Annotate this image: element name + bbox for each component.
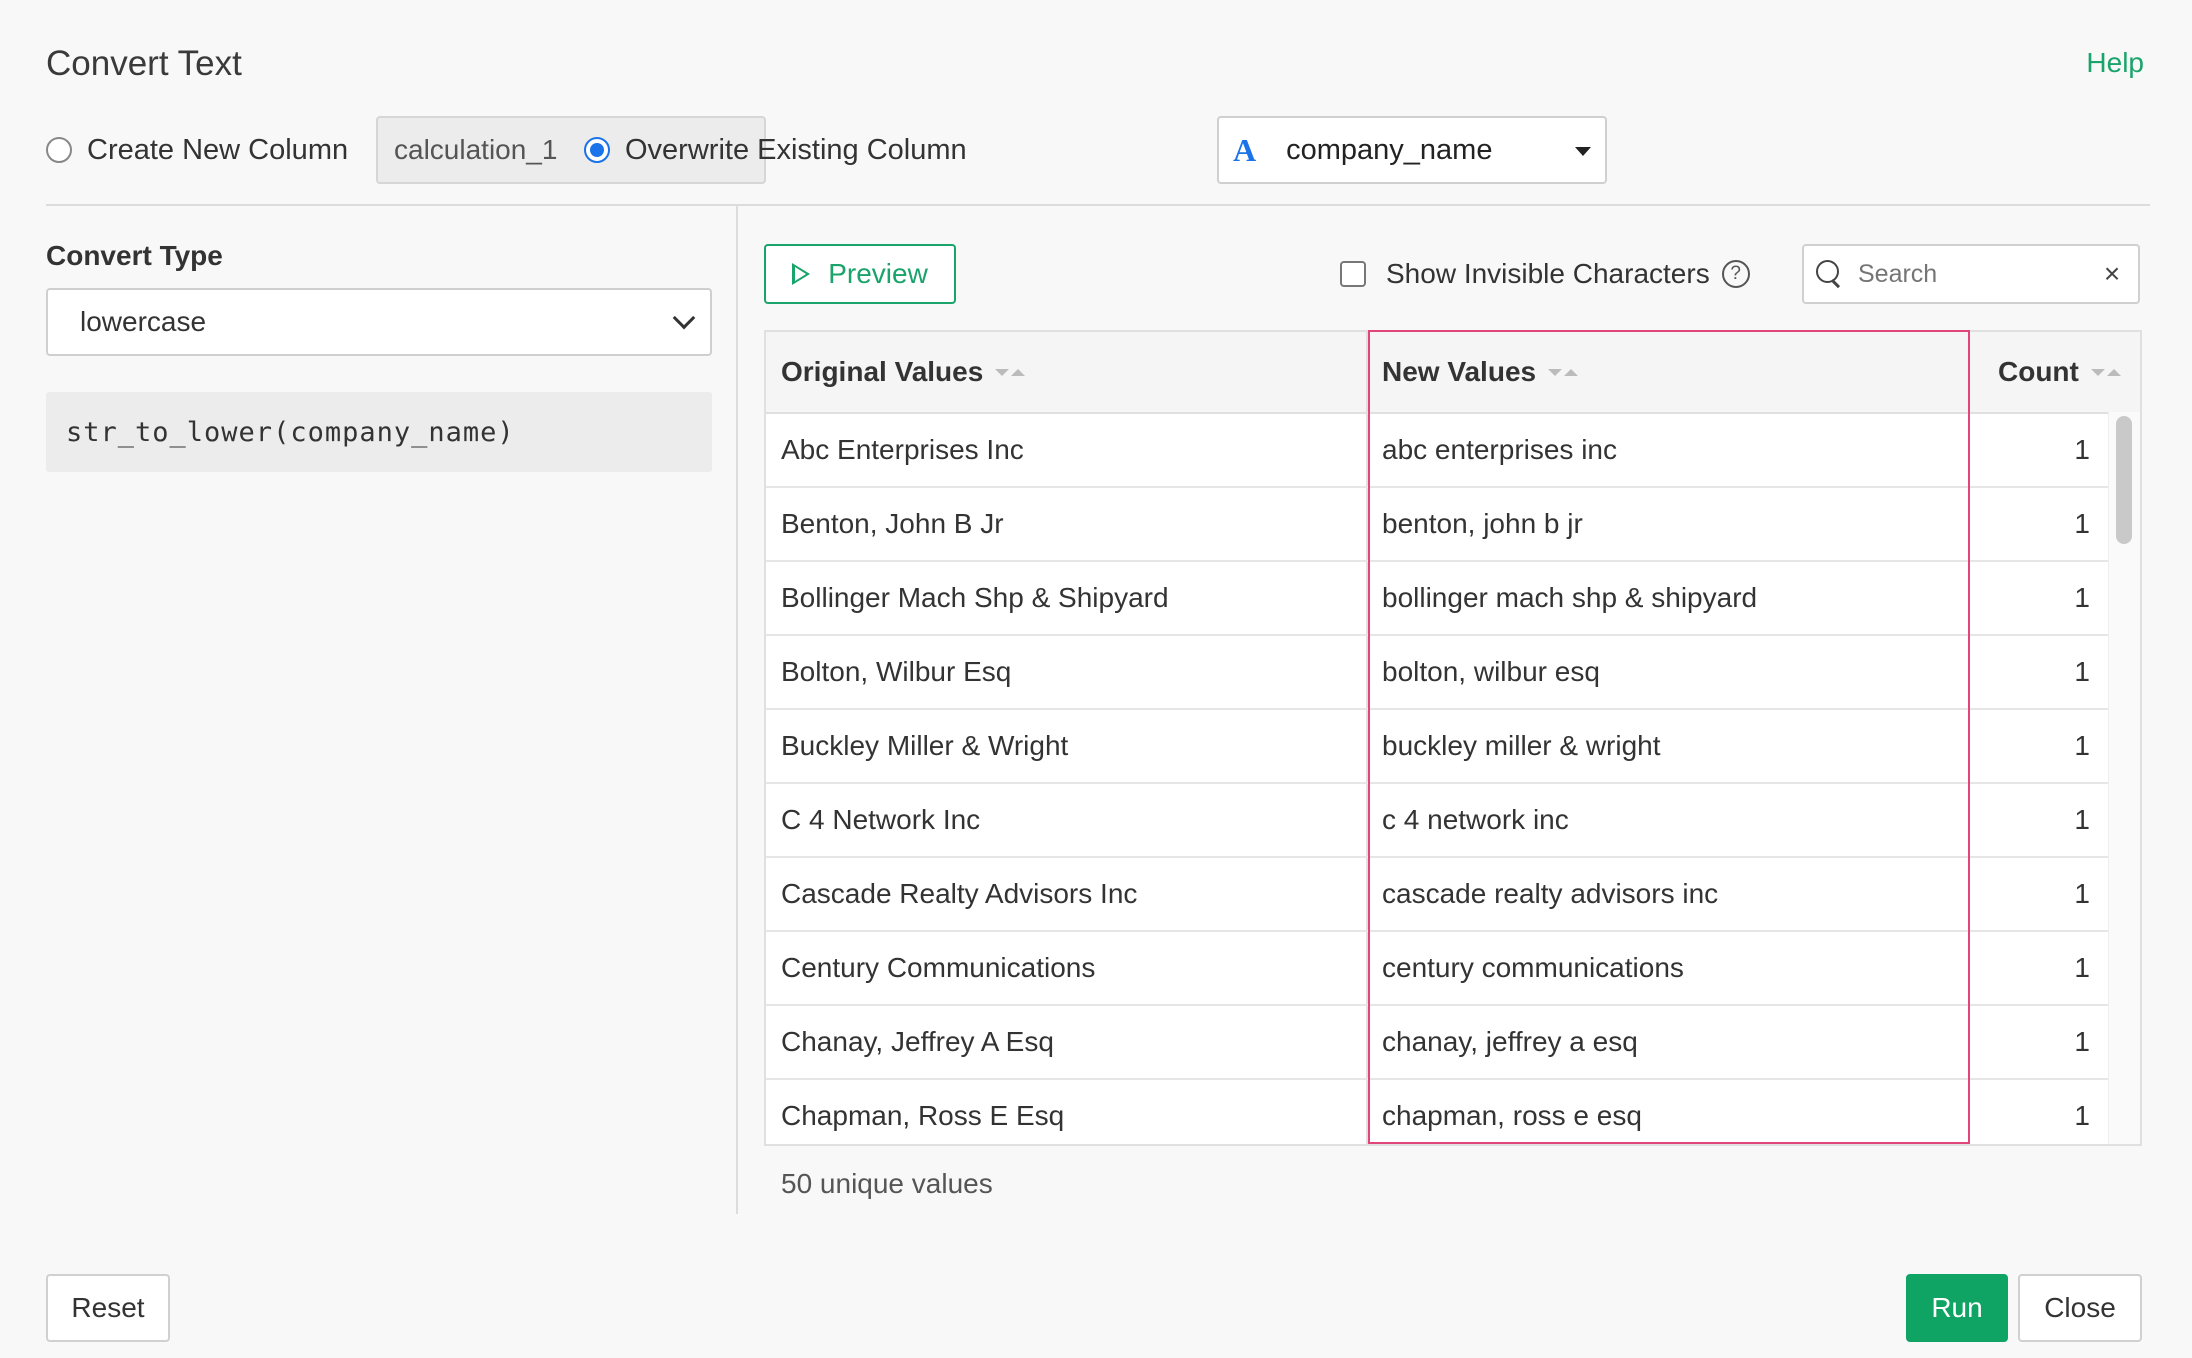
count-cell: 1: [2074, 582, 2090, 613]
unique-values-count: 50 unique values: [781, 1168, 993, 1199]
overwrite-radio[interactable]: [584, 137, 610, 163]
question-icon[interactable]: ?: [1721, 260, 1750, 288]
play-icon: [792, 263, 811, 285]
original-value-cell: C 4 Network Inc: [781, 804, 981, 835]
show-invisible-label: Show Invisible Characters: [1386, 258, 1710, 289]
table-row: Bollinger Mach Shp & Shipyard bollinger …: [766, 562, 2110, 636]
create-new-radio[interactable]: [46, 137, 72, 163]
target-column-row: Create New Column calculation_1 Overwrit…: [46, 116, 2150, 184]
new-value-cell: cascade realty advisors inc: [1382, 878, 1719, 909]
chevron-down-icon: [672, 306, 696, 330]
original-value-cell: Bollinger Mach Shp & Shipyard: [781, 582, 1169, 613]
original-value-cell: Benton, John B Jr: [781, 508, 1004, 539]
original-value-cell: Abc Enterprises Inc: [781, 434, 1024, 465]
count-cell: 1: [2074, 804, 2090, 835]
column-header-new[interactable]: New Values: [1382, 332, 1579, 412]
new-value-cell: bollinger mach shp & shipyard: [1382, 582, 1758, 613]
table-row: Benton, John B Jr benton, john b jr 1: [766, 488, 2110, 562]
caret-down-icon: [1575, 147, 1591, 156]
search-box[interactable]: ×: [1802, 244, 2140, 304]
new-value-cell: c 4 network inc: [1382, 804, 1569, 835]
preview-button[interactable]: Preview: [764, 244, 956, 304]
table-row: Abc Enterprises Inc abc enterprises inc …: [766, 414, 2110, 488]
column-select[interactable]: A company_name: [1217, 116, 1607, 184]
sort-icon[interactable]: [2090, 368, 2121, 376]
original-value-cell: Bolton, Wilbur Esq: [781, 656, 1012, 687]
column-header-count[interactable]: Count: [1998, 332, 2121, 412]
divider-horizontal: [46, 204, 2150, 206]
convert-type-value: lowercase: [80, 306, 207, 337]
divider-vertical: [736, 206, 738, 1214]
expression-preview: str_to_lower(company_name): [46, 392, 712, 472]
search-icon: [1814, 258, 1846, 290]
original-value-cell: Buckley Miller & Wright: [781, 730, 1069, 761]
convert-type-select[interactable]: lowercase: [46, 288, 712, 356]
values-table: Original Values New Values Count Abc Ent…: [764, 330, 2142, 1146]
count-cell: 1: [2074, 656, 2090, 687]
sort-icon[interactable]: [995, 368, 1026, 376]
table-row: Cascade Realty Advisors Inc cascade real…: [766, 858, 2110, 932]
table-header: Original Values New Values Count: [766, 332, 2140, 414]
new-value-cell: chapman, ross e esq: [1382, 1100, 1642, 1131]
search-input[interactable]: [1858, 259, 2088, 289]
show-invisible-checkbox[interactable]: [1340, 261, 1366, 287]
sort-icon[interactable]: [1548, 368, 1579, 376]
new-value-cell: chanay, jeffrey a esq: [1382, 1026, 1638, 1057]
original-value-cell: Century Communications: [781, 952, 1096, 983]
table-row: Century Communications century communica…: [766, 932, 2110, 1006]
original-value-cell: Chapman, Ross E Esq: [781, 1100, 1065, 1131]
column-select-value: company_name: [1286, 133, 1493, 166]
reset-button[interactable]: Reset: [46, 1274, 170, 1342]
table-body: Abc Enterprises Inc abc enterprises inc …: [766, 414, 2110, 1144]
table-row: C 4 Network Inc c 4 network inc 1: [766, 784, 2110, 858]
new-value-cell: century communications: [1382, 952, 1684, 983]
original-value-cell: Cascade Realty Advisors Inc: [781, 878, 1138, 909]
character-type-icon: A: [1233, 131, 1257, 168]
overwrite-label: Overwrite Existing Column: [625, 133, 967, 166]
convert-type-label: Convert Type: [46, 240, 223, 271]
count-cell: 1: [2074, 508, 2090, 539]
new-value-cell: abc enterprises inc: [1382, 434, 1618, 465]
table-row: Buckley Miller & Wright buckley miller &…: [766, 710, 2110, 784]
count-cell: 1: [2074, 434, 2090, 465]
convert-text-dialog: Convert Text Help Create New Column calc…: [0, 0, 2192, 1358]
close-button[interactable]: Close: [2018, 1274, 2142, 1342]
new-value-cell: bolton, wilbur esq: [1382, 656, 1600, 687]
run-button[interactable]: Run: [1906, 1274, 2008, 1342]
table-row: Chapman, Ross E Esq chapman, ross e esq …: [766, 1080, 2110, 1144]
scrollbar-thumb[interactable]: [2116, 416, 2132, 544]
help-link[interactable]: Help: [2086, 47, 2144, 79]
count-cell: 1: [2074, 1026, 2090, 1057]
preview-label: Preview: [828, 258, 928, 289]
create-new-label: Create New Column: [87, 133, 349, 166]
table-row: Chanay, Jeffrey A Esq chanay, jeffrey a …: [766, 1006, 2110, 1080]
dialog-title: Convert Text: [46, 44, 242, 83]
column-header-original[interactable]: Original Values: [781, 332, 1026, 412]
count-cell: 1: [2074, 952, 2090, 983]
new-value-cell: benton, john b jr: [1382, 508, 1583, 539]
overwrite-column-option[interactable]: Overwrite Existing Column: [584, 116, 967, 184]
new-value-cell: buckley miller & wright: [1382, 730, 1661, 761]
original-value-cell: Chanay, Jeffrey A Esq: [781, 1026, 1054, 1057]
create-new-column-option[interactable]: Create New Column: [46, 116, 348, 184]
count-cell: 1: [2074, 1100, 2090, 1131]
count-cell: 1: [2074, 878, 2090, 909]
close-icon[interactable]: ×: [2100, 260, 2124, 288]
show-invisible-option[interactable]: Show Invisible Characters ?: [1340, 254, 1750, 294]
count-cell: 1: [2074, 730, 2090, 761]
table-row: Bolton, Wilbur Esq bolton, wilbur esq 1: [766, 636, 2110, 710]
